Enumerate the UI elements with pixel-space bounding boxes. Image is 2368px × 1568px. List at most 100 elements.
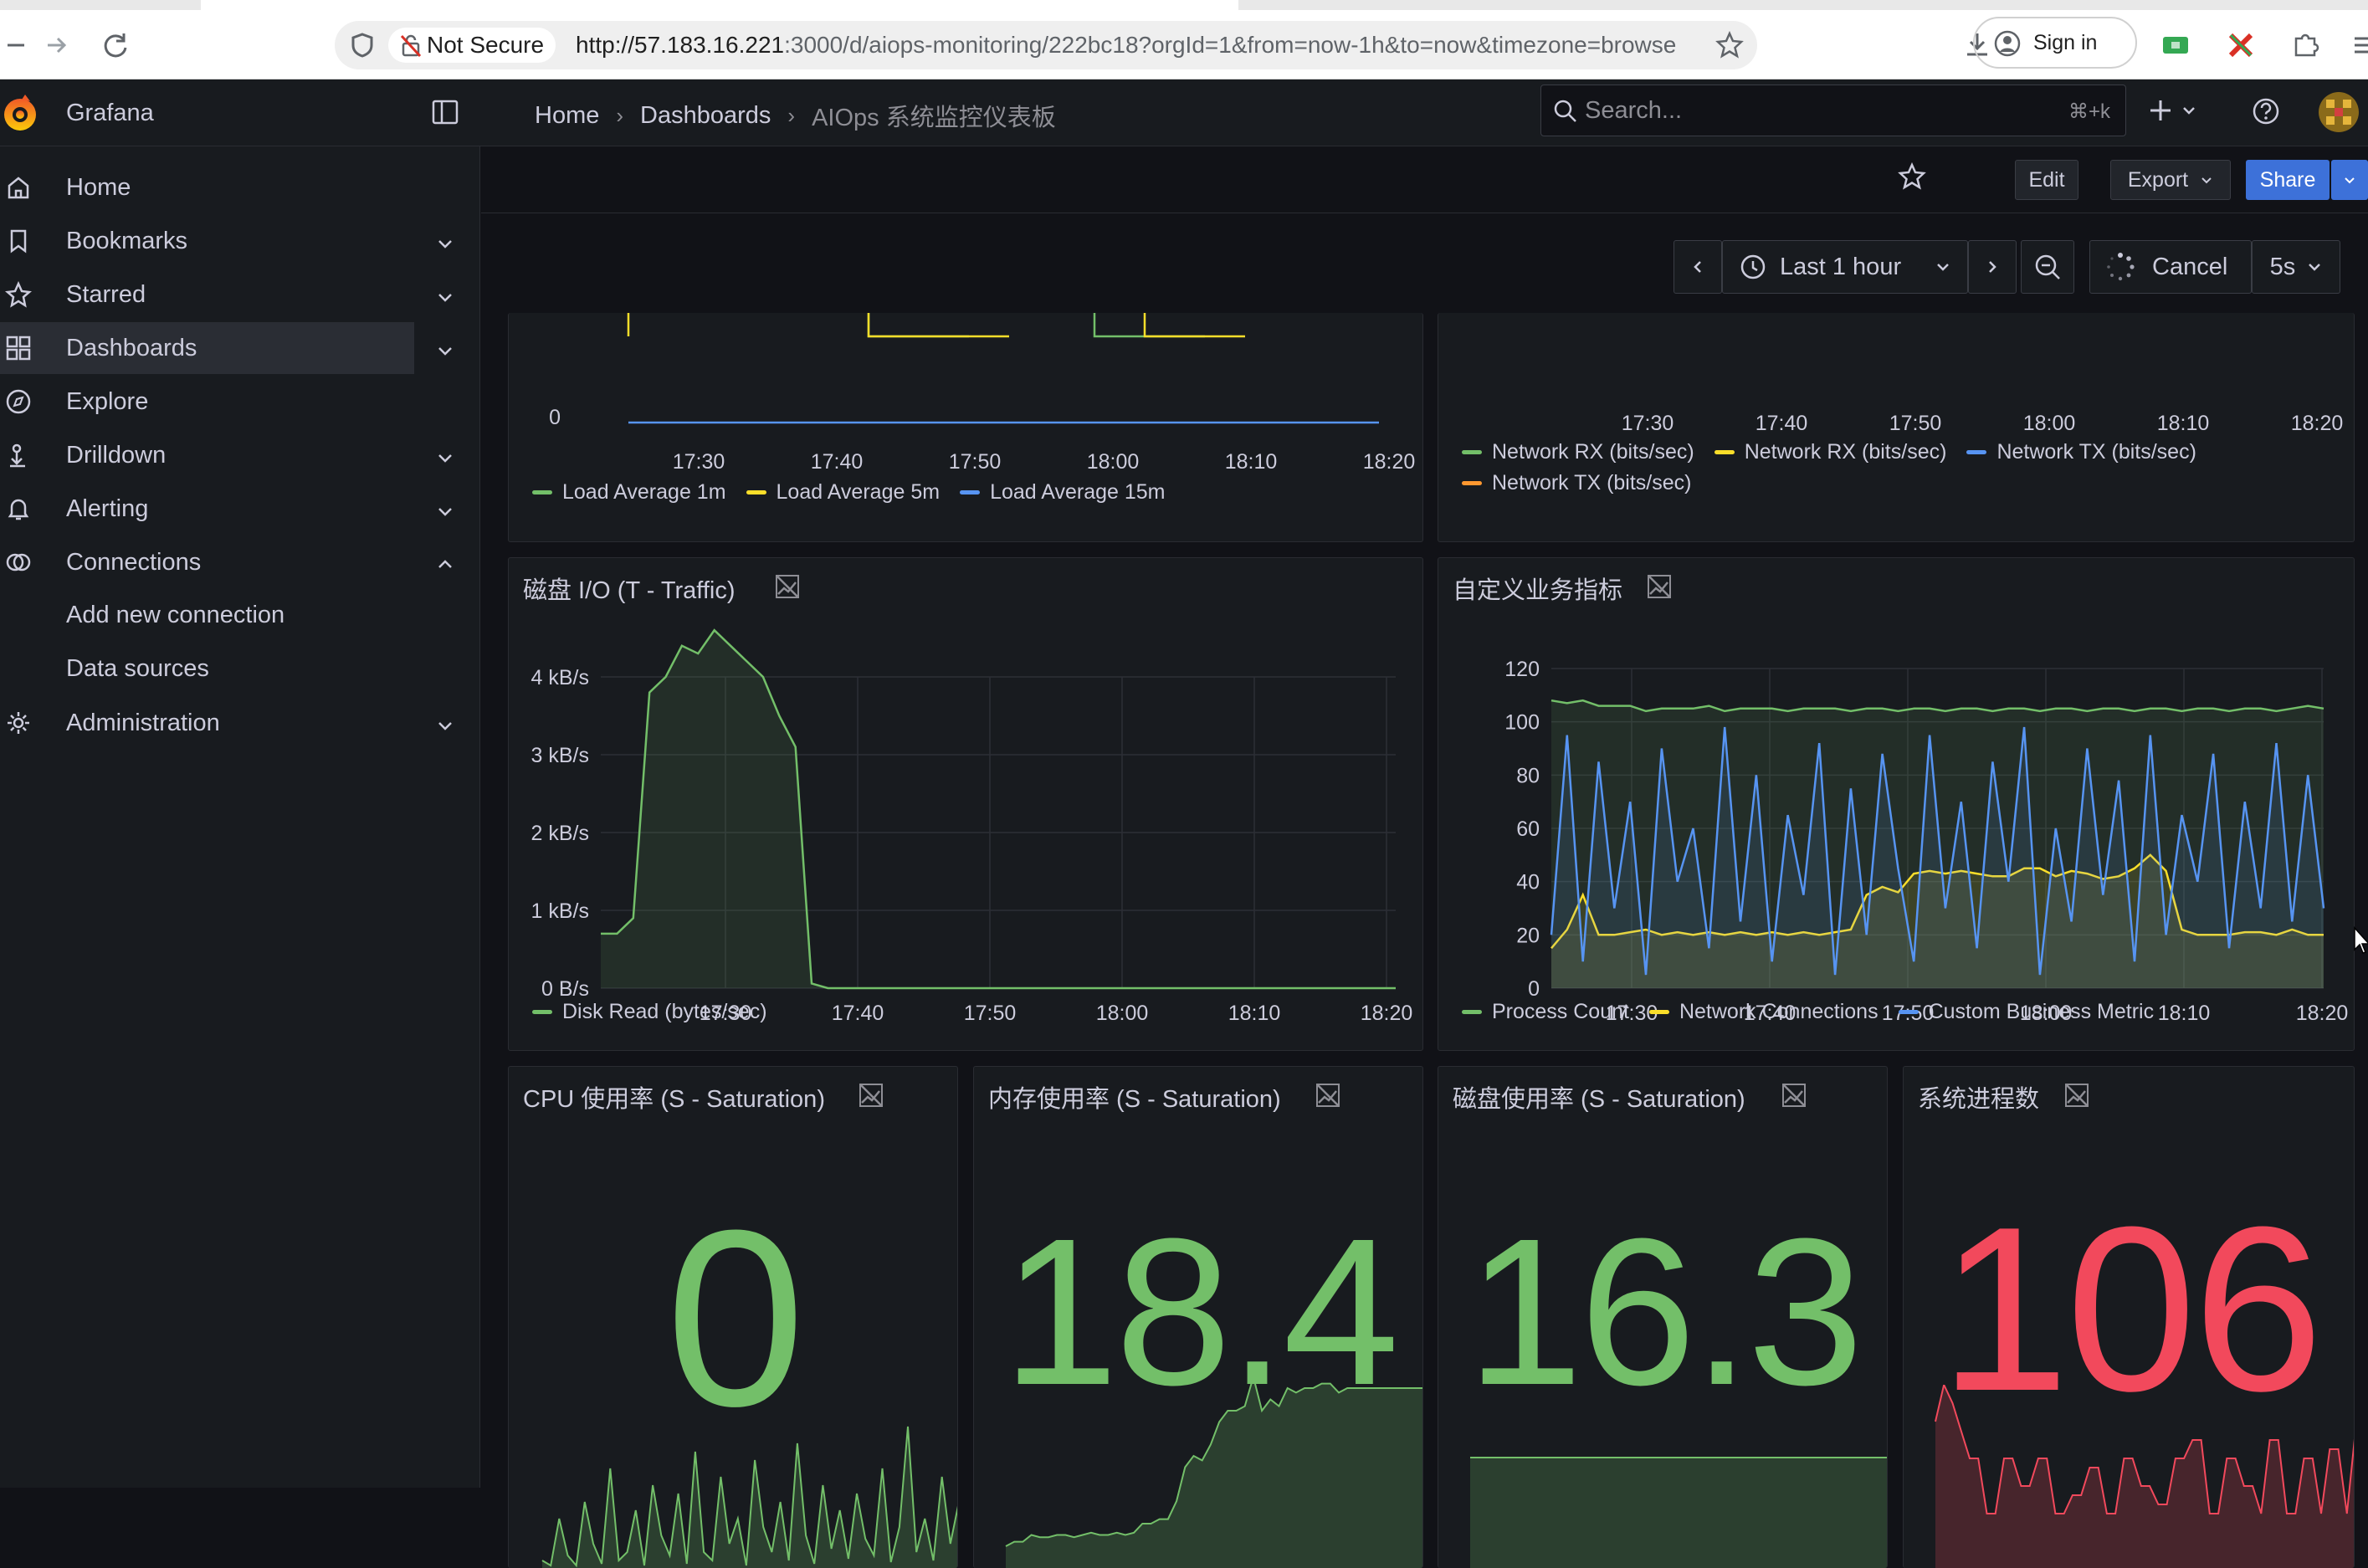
dock-menu-icon[interactable] <box>432 100 459 129</box>
no-link-icon[interactable] <box>1315 1083 1340 1108</box>
stat-value: 0 <box>509 1192 958 1443</box>
edit-button[interactable]: Edit <box>2015 160 2078 200</box>
breadcrumb-dashboards[interactable]: Dashboards <box>640 102 771 130</box>
legend-item[interactable]: Network Connections <box>1649 1000 1879 1024</box>
no-link-icon[interactable] <box>859 1083 884 1108</box>
share-button[interactable]: Share <box>2246 160 2330 200</box>
browser-active-tab[interactable] <box>201 0 1238 10</box>
panel-network-traffic[interactable]: 17:3017:4017:5018:0018:1018:20 Network R… <box>1438 313 2355 542</box>
breadcrumb-home[interactable]: Home <box>535 102 599 130</box>
chevron-down-icon <box>2200 168 2213 192</box>
chevron-down-icon[interactable] <box>436 339 454 357</box>
no-link-icon[interactable] <box>1781 1083 1807 1108</box>
panel-cpu-usage-stat[interactable]: CPU 使用率 (S - Saturation) 0 <box>508 1066 958 1568</box>
legend-item[interactable]: Load Average 15m <box>960 480 1165 505</box>
time-range-picker[interactable]: Last 1 hour <box>1722 240 1968 294</box>
account-icon <box>1993 29 2022 64</box>
share-label: Share <box>2260 168 2316 192</box>
browser-menu-icon[interactable] <box>2353 33 2368 61</box>
add-new-menu-button[interactable] <box>2149 96 2199 129</box>
grafana-logo-icon[interactable] <box>0 91 42 139</box>
share-options-button[interactable] <box>2331 160 2368 200</box>
panel-disk-usage-stat[interactable]: 磁盘使用率 (S - Saturation) 16.3 <box>1438 1066 1888 1568</box>
sidebar-item-explore[interactable]: Explore <box>0 376 414 428</box>
panel-process-count-stat[interactable]: 系统进程数 106 <box>1903 1066 2355 1568</box>
forward-button[interactable] <box>40 28 74 62</box>
drilldown-icon <box>5 442 32 469</box>
chevron-down-icon[interactable] <box>436 232 454 250</box>
sidebar-subitem-add-new-connection[interactable]: Add new connection <box>66 602 284 629</box>
time-range-forward-button[interactable] <box>1968 240 2017 294</box>
extensions-puzzle-icon[interactable] <box>2291 30 2319 63</box>
sidebar-item-bookmarks[interactable]: Bookmarks <box>0 215 414 267</box>
bookmark-star-icon[interactable] <box>1715 31 1744 64</box>
legend-swatch <box>532 1010 552 1014</box>
panel-custom-business-metrics[interactable]: 自定义业务指标 02040608010012017:3017:4017:5018… <box>1438 557 2355 1051</box>
chevron-down-icon[interactable] <box>436 500 454 518</box>
legend-item[interactable]: Process Count <box>1462 1000 1629 1024</box>
chevron-down-icon[interactable] <box>436 285 454 304</box>
cancel-refresh-button[interactable]: Cancel <box>2089 240 2252 294</box>
export-button[interactable]: Export <box>2110 160 2231 200</box>
sidebar-subitem-data-sources[interactable]: Data sources <box>66 655 209 683</box>
x-axis-tick-label: 17:50 <box>1889 412 1942 430</box>
chevron-down-icon <box>2307 259 2322 274</box>
sidebar-item-home[interactable]: Home <box>0 161 414 213</box>
extension-green-icon[interactable] <box>2161 33 2191 61</box>
sidebar-item-dashboards[interactable]: Dashboards <box>0 322 414 374</box>
sidebar-item-connections[interactable]: Connections <box>0 536 414 588</box>
compass-icon <box>5 388 32 415</box>
y-axis-tick-label: 0 <box>549 406 561 429</box>
refresh-interval-picker[interactable]: 5s <box>2252 240 2340 294</box>
no-link-icon[interactable] <box>775 574 800 599</box>
legend-item[interactable]: Load Average 5m <box>746 480 941 505</box>
time-range-back-button[interactable] <box>1673 240 1722 294</box>
url-text[interactable]: http://57.183.16.221:3000/d/aiops-monito… <box>576 32 1697 59</box>
bookmark-icon <box>5 228 32 254</box>
shield-icon[interactable] <box>350 32 375 63</box>
panel-memory-usage-stat[interactable]: 内存使用率 (S - Saturation) 18.4 <box>973 1066 1423 1568</box>
network-chart: 17:3017:4017:5018:0018:1018:20 <box>1438 313 2355 430</box>
legend-item[interactable]: Network TX (bits/sec) <box>1462 471 1691 495</box>
x-axis-tick-label: 18:10 <box>2158 1002 2211 1025</box>
stat-value: 16.3 <box>1438 1207 1888 1417</box>
legend-item[interactable]: Load Average 1m <box>532 480 726 505</box>
user-avatar[interactable] <box>2318 91 2360 137</box>
reload-button[interactable] <box>99 28 132 62</box>
network-legend: Network RX (bits/sec) Network RX (bits/s… <box>1462 440 2349 495</box>
chevron-down-icon[interactable] <box>436 446 454 464</box>
no-link-icon[interactable] <box>2064 1083 2089 1108</box>
extension-x-icon[interactable] <box>2226 30 2256 64</box>
export-label: Export <box>2128 168 2188 192</box>
stat-value: 106 <box>1904 1192 2355 1427</box>
not-secure-chip[interactable]: Not Secure <box>388 28 556 63</box>
y-axis-tick-label: 120 <box>1504 658 1540 681</box>
chevron-up-icon[interactable] <box>436 553 454 571</box>
mark-favorite-star-icon[interactable] <box>1898 162 1926 195</box>
legend-item[interactable]: Network RX (bits/sec) <box>1714 440 1947 464</box>
help-icon[interactable] <box>2252 97 2280 130</box>
address-bar[interactable]: Not Secure http://57.183.16.221:3000/d/a… <box>335 21 1757 69</box>
custom-business-chart: 02040608010012017:3017:4017:5018:0018:10… <box>1438 608 2355 1027</box>
sidebar-item-drilldown[interactable]: Drilldown <box>0 429 414 481</box>
legend-item[interactable]: Custom Business Metric <box>1899 1000 2155 1024</box>
sidebar-item-administration[interactable]: Administration <box>0 697 414 749</box>
chevron-down-icon[interactable] <box>436 714 454 732</box>
sidebar-item-label: Alerting <box>66 495 148 523</box>
sidebar-item-alerting[interactable]: Alerting <box>0 483 414 535</box>
legend-label: Load Average 15m <box>990 480 1165 505</box>
dashboard-toolbar: Edit Export Share <box>481 146 2368 213</box>
legend-item[interactable]: Network RX (bits/sec) <box>1462 440 1694 464</box>
sign-in-button[interactable]: Sign in <box>1973 17 2137 69</box>
zoom-out-button[interactable] <box>2021 240 2074 294</box>
back-button[interactable] <box>0 28 33 62</box>
panel-load-average[interactable]: 017:3017:4017:5018:0018:1018:20 Load Ave… <box>508 313 1423 542</box>
search-input[interactable] <box>1585 94 2020 127</box>
legend-item[interactable]: Disk Read (bytes/sec) <box>532 1000 767 1024</box>
no-link-icon[interactable] <box>1647 574 1672 599</box>
search-bar[interactable]: ⌘+k <box>1540 85 2126 136</box>
panel-disk-io[interactable]: 磁盘 I/O (T - Traffic) 0 B/s1 kB/s2 kB/s3 … <box>508 557 1423 1051</box>
legend-item[interactable]: Network TX (bits/sec) <box>1966 440 2196 464</box>
home-icon <box>5 174 32 201</box>
sidebar-item-starred[interactable]: Starred <box>0 269 414 320</box>
